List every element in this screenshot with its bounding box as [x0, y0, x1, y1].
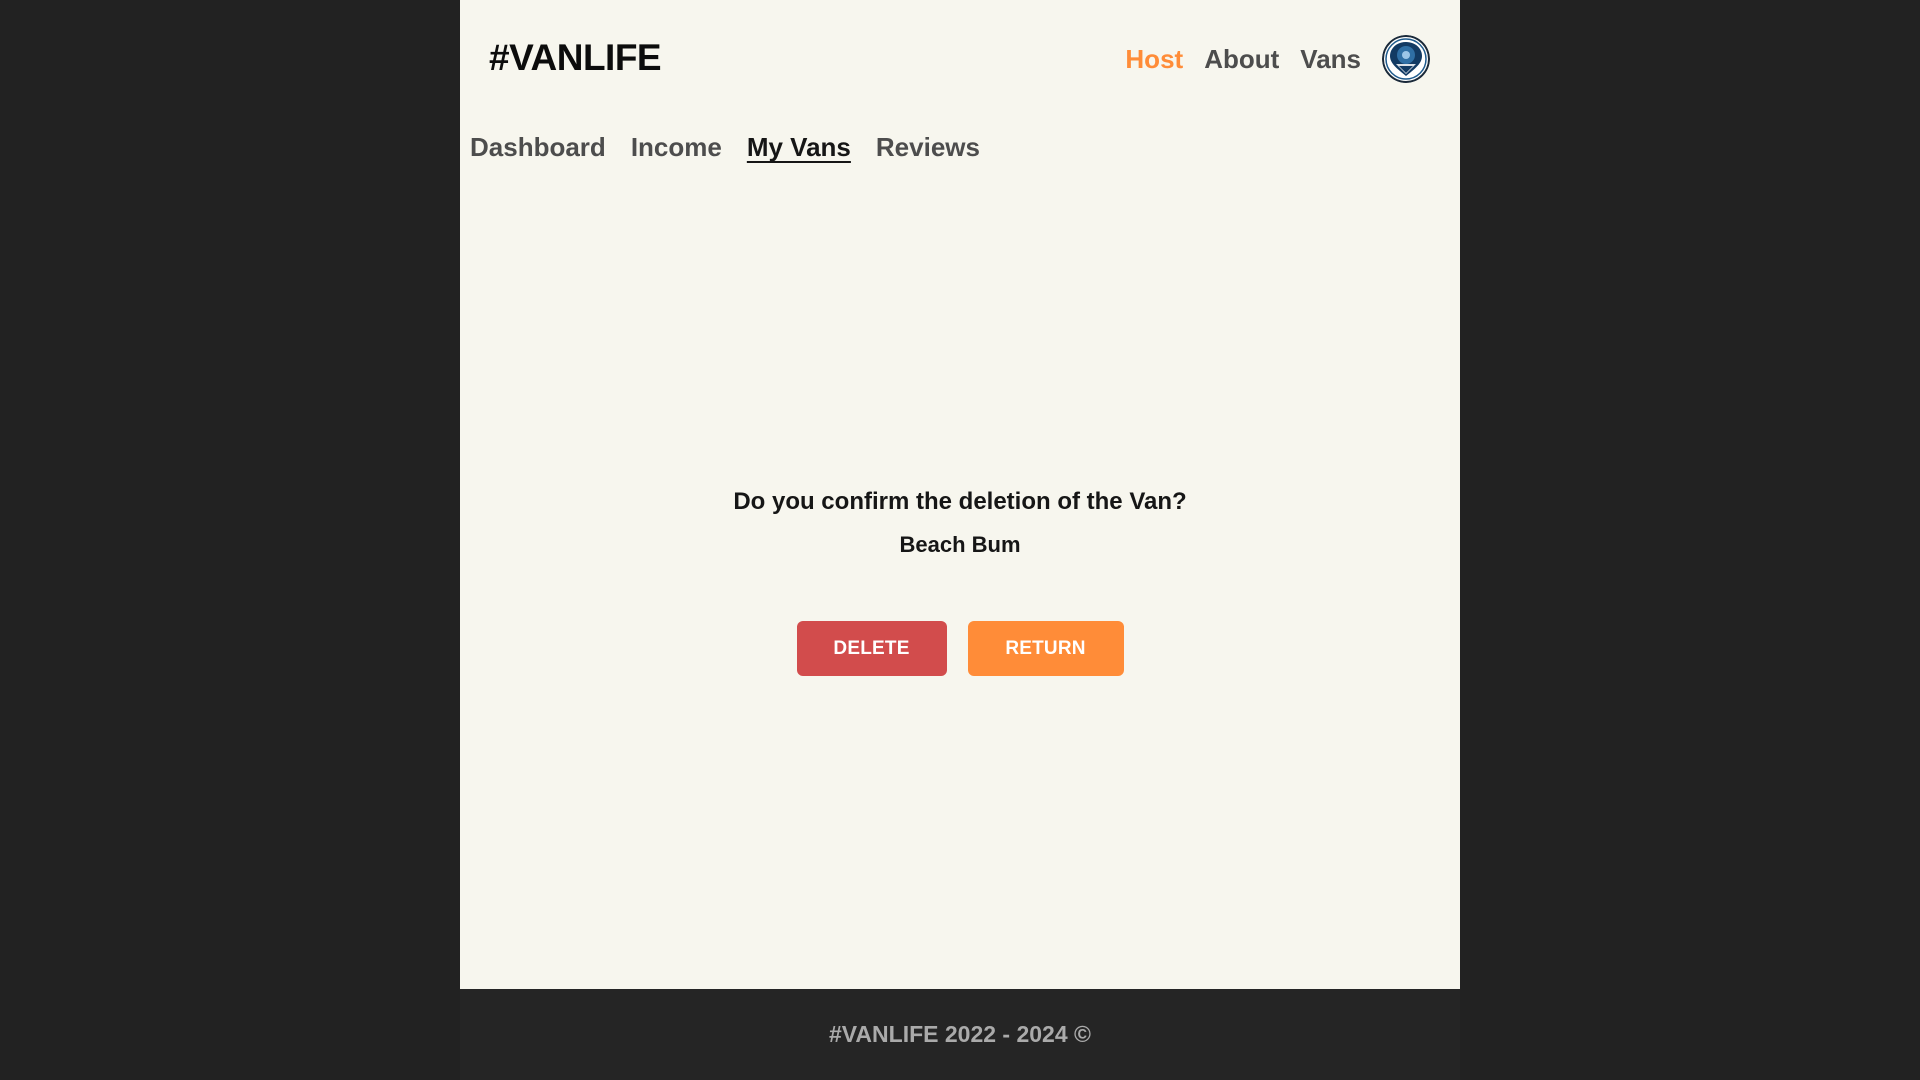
user-avatar-icon[interactable]: [1382, 35, 1430, 83]
site-logo[interactable]: #VANLIFE: [489, 37, 662, 79]
nav-link-vans[interactable]: Vans: [1300, 44, 1361, 75]
nav-link-about[interactable]: About: [1204, 44, 1279, 75]
site-header: #VANLIFE Host About Vans: [460, 0, 1460, 118]
delete-confirmation: Do you confirm the deletion of the Van? …: [460, 484, 1460, 676]
tab-income[interactable]: Income: [631, 132, 722, 163]
return-button[interactable]: RETURN: [967, 621, 1124, 676]
site-footer: #VANLIFE 2022 - 2024 ©: [460, 989, 1460, 1080]
host-sub-nav: Dashboard Income My Vans Reviews: [470, 132, 1005, 163]
main-nav: Host About Vans: [1125, 33, 1430, 85]
app-container: #VANLIFE Host About Vans Dashboard Incom…: [460, 0, 1460, 1080]
footer-copyright: #VANLIFE 2022 - 2024 ©: [829, 1021, 1091, 1047]
van-name: Beach Bum: [899, 532, 1021, 557]
delete-button[interactable]: DELETE: [796, 621, 947, 676]
tab-dashboard[interactable]: Dashboard: [470, 132, 606, 163]
tab-my-vans[interactable]: My Vans: [747, 132, 851, 163]
tab-reviews[interactable]: Reviews: [876, 132, 980, 163]
nav-link-host[interactable]: Host: [1125, 44, 1183, 75]
confirm-buttons: DELETE RETURN: [460, 621, 1460, 676]
confirm-question: Do you confirm the deletion of the Van?: [733, 488, 1187, 515]
